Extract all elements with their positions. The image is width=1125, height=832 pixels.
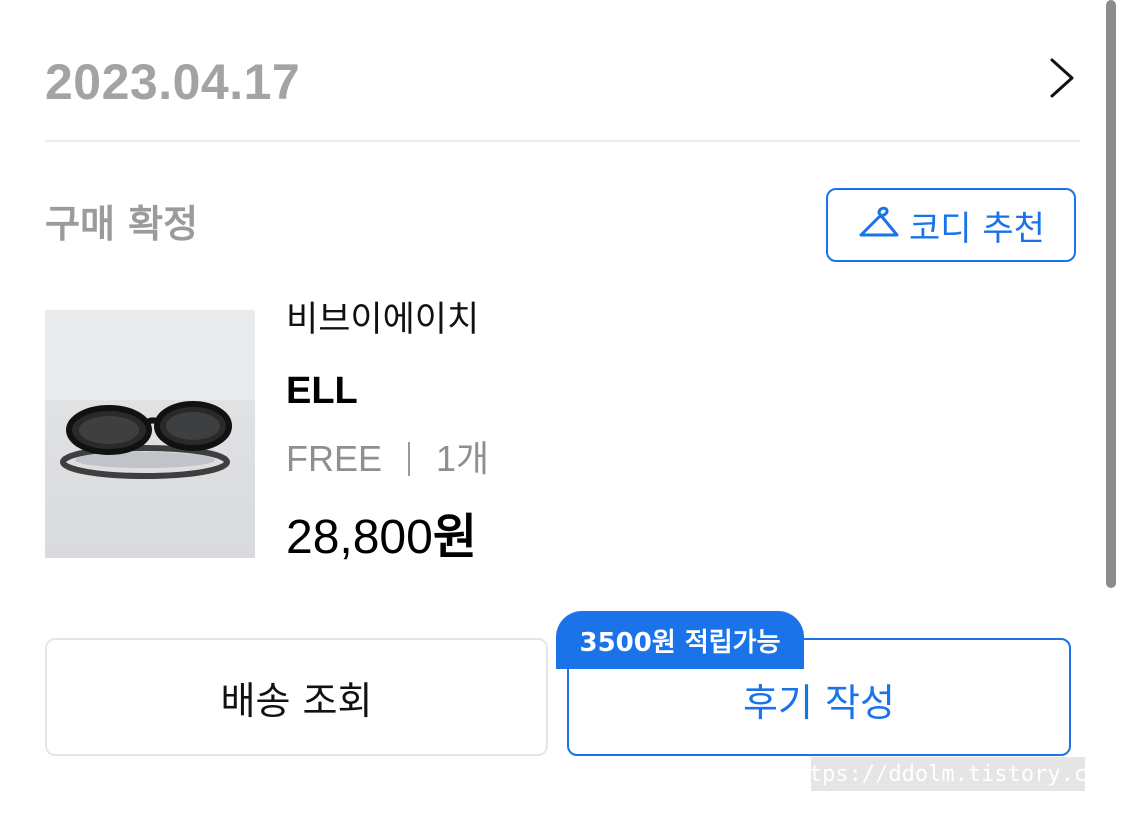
product-quantity: 1개: [436, 438, 490, 479]
chevron-right-icon[interactable]: [1046, 56, 1076, 100]
track-delivery-label: 배송 조회: [220, 678, 373, 723]
product-name[interactable]: ELL: [286, 366, 358, 416]
track-delivery-button[interactable]: 배송 조회: [45, 638, 548, 756]
hanger-icon: [857, 201, 901, 250]
separator: [408, 442, 411, 476]
price-currency: 원: [432, 509, 477, 565]
product-price: 28,800원: [286, 506, 477, 569]
write-review-label: 후기 작성: [743, 680, 895, 725]
outfit-recommend-label: 코디 추천: [909, 208, 1045, 249]
scrollbar[interactable]: [1106, 0, 1116, 588]
outfit-recommend-button[interactable]: 코디 추천: [826, 188, 1076, 262]
product-option-line: FREE 1개: [286, 434, 489, 484]
price-value: 28,800: [286, 511, 433, 564]
watermark: https://ddolm.tistory.com: [811, 757, 1085, 791]
review-points-badge: 3500원 적립가능: [556, 611, 804, 669]
product-brand[interactable]: 비브이에이치: [286, 296, 479, 344]
product-option: FREE: [286, 438, 383, 479]
order-date: 2023.04.17: [45, 54, 301, 110]
divider: [45, 140, 1080, 142]
product-image[interactable]: [45, 310, 255, 558]
order-status: 구매 확정: [45, 202, 199, 246]
